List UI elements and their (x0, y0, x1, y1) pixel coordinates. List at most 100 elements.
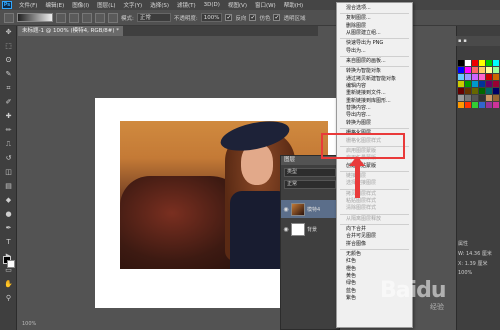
swatch[interactable] (472, 88, 478, 94)
swatch[interactable] (465, 60, 471, 66)
context-menu-item[interactable]: 橙色 (337, 266, 412, 273)
swatch[interactable] (465, 88, 471, 94)
menu-3d[interactable]: 3D(D) (200, 2, 224, 8)
brush-tool-icon[interactable]: ✏ (3, 125, 14, 136)
pen-tool-icon[interactable]: ✒ (3, 223, 14, 234)
context-menu-item[interactable]: 合并可见图层 (337, 233, 412, 240)
marquee-tool-icon[interactable]: ⬚ (3, 41, 14, 52)
swatch[interactable] (458, 95, 464, 101)
swatch[interactable] (458, 88, 464, 94)
layer-row-model[interactable]: ◉ 模特4 (281, 200, 339, 218)
angle-gradient-icon[interactable] (82, 12, 92, 23)
swatches-tab-dot-2[interactable]: ▪ (463, 36, 466, 46)
menu-window[interactable]: 窗口(W) (251, 1, 280, 9)
context-menu-item[interactable]: 导出为... (337, 48, 412, 55)
context-menu-item[interactable]: 拼合图像 (337, 241, 412, 248)
swatch[interactable] (486, 102, 492, 108)
menu-filter[interactable]: 滤镜(T) (173, 1, 200, 9)
linear-gradient-icon[interactable] (56, 12, 66, 23)
swatch[interactable] (493, 81, 499, 87)
document-tab[interactable]: 未标题-1 @ 100% (模特4, RGB/8#) * (18, 26, 124, 36)
history-brush-tool-icon[interactable]: ↺ (3, 153, 14, 164)
swatch[interactable] (493, 95, 499, 101)
swatch[interactable] (472, 81, 478, 87)
dodge-tool-icon[interactable]: ● (3, 209, 14, 220)
swatch[interactable] (472, 102, 478, 108)
blur-tool-icon[interactable]: ◆ (3, 195, 14, 206)
reverse-checkbox[interactable]: ✓ (225, 14, 233, 21)
width-value[interactable]: 14.36 厘米 (466, 251, 492, 257)
context-menu-item[interactable]: 混合选项... (337, 5, 412, 12)
transparency-checkbox[interactable]: ✓ (273, 14, 281, 21)
context-menu-item[interactable]: 从图层建立组... (337, 30, 412, 37)
menu-image[interactable]: 图像(I) (68, 1, 93, 9)
swatch[interactable] (486, 88, 492, 94)
menu-layer[interactable]: 图层(L) (93, 1, 119, 9)
context-menu-item[interactable]: 转换为图层 (337, 120, 412, 127)
swatch[interactable] (486, 67, 492, 73)
dither-checkbox[interactable]: ✓ (249, 14, 257, 21)
mode-select[interactable]: 正常 (136, 13, 171, 22)
swatch[interactable] (486, 74, 492, 80)
radial-gradient-icon[interactable] (69, 12, 79, 23)
swatch[interactable] (479, 60, 485, 66)
reflected-gradient-icon[interactable] (95, 12, 105, 23)
hand-tool-icon[interactable]: ✋ (3, 279, 14, 290)
swatch[interactable] (493, 74, 499, 80)
swatch[interactable] (479, 81, 485, 87)
swatch[interactable] (472, 60, 478, 66)
swatch[interactable] (465, 81, 471, 87)
eyedropper-tool-icon[interactable]: ✐ (3, 97, 14, 108)
layer-blend-mode-select[interactable]: 正常 (284, 180, 336, 189)
type-tool-icon[interactable]: T (3, 237, 14, 248)
crop-tool-icon[interactable]: ⌗ (3, 83, 14, 94)
context-menu-item[interactable]: 来自图层的画板... (337, 58, 412, 65)
x-value[interactable]: 1.39 厘米 (465, 261, 488, 267)
menu-edit[interactable]: 编辑(E) (41, 1, 68, 9)
opacity-field[interactable]: 100% (200, 13, 223, 22)
tool-preset-icon[interactable] (4, 12, 14, 23)
menu-select[interactable]: 选择(S) (146, 1, 173, 9)
context-menu-item[interactable]: 导出内容... (337, 112, 412, 119)
swatch[interactable] (493, 60, 499, 66)
swatch[interactable] (493, 88, 499, 94)
swatch[interactable] (472, 67, 478, 73)
eye-icon[interactable]: ◉ (283, 226, 289, 233)
menu-file[interactable]: 文件(F) (15, 1, 41, 9)
swatch[interactable] (465, 67, 471, 73)
clone-stamp-tool-icon[interactable]: ⎍ (3, 139, 14, 150)
swatches-panel-tabs[interactable]: ▪ ▪ (456, 36, 500, 46)
swatch[interactable] (472, 95, 478, 101)
menu-help[interactable]: 帮助(H) (280, 1, 307, 9)
context-menu-item[interactable]: 红色 (337, 258, 412, 265)
context-menu-item[interactable]: 删除图层 (337, 23, 412, 30)
swatch[interactable] (479, 74, 485, 80)
background-color-swatch[interactable] (7, 260, 15, 268)
swatch[interactable] (458, 74, 464, 80)
swatch[interactable] (479, 102, 485, 108)
swatch[interactable] (486, 95, 492, 101)
context-menu-item[interactable]: 重新链接到文件... (337, 90, 412, 97)
swatch[interactable] (479, 67, 485, 73)
properties-tab[interactable]: 属性 (458, 240, 498, 247)
menu-type[interactable]: 文字(Y) (120, 1, 147, 9)
diamond-gradient-icon[interactable] (108, 12, 118, 23)
swatches-tab-dot[interactable]: ▪ (458, 36, 461, 46)
gradient-picker[interactable] (17, 13, 53, 22)
swatch[interactable] (458, 60, 464, 66)
swatch[interactable] (465, 95, 471, 101)
move-tool-icon[interactable]: ✥ (3, 27, 14, 38)
percent-value[interactable]: 100% (458, 270, 498, 276)
swatch[interactable] (493, 102, 499, 108)
context-menu-item[interactable]: 转换为智能对象 (337, 68, 412, 75)
swatch[interactable] (465, 102, 471, 108)
swatch[interactable] (458, 67, 464, 73)
menu-view[interactable]: 视图(V) (224, 1, 251, 9)
zoom-tool-icon[interactable]: ⚲ (3, 293, 14, 304)
swatch[interactable] (486, 60, 492, 66)
status-bar-zoom[interactable]: 100% (18, 318, 118, 330)
swatch[interactable] (472, 74, 478, 80)
swatch[interactable] (479, 88, 485, 94)
context-menu-item[interactable]: 通过拷贝新建智能对象 (337, 76, 412, 83)
swatch[interactable] (458, 102, 464, 108)
